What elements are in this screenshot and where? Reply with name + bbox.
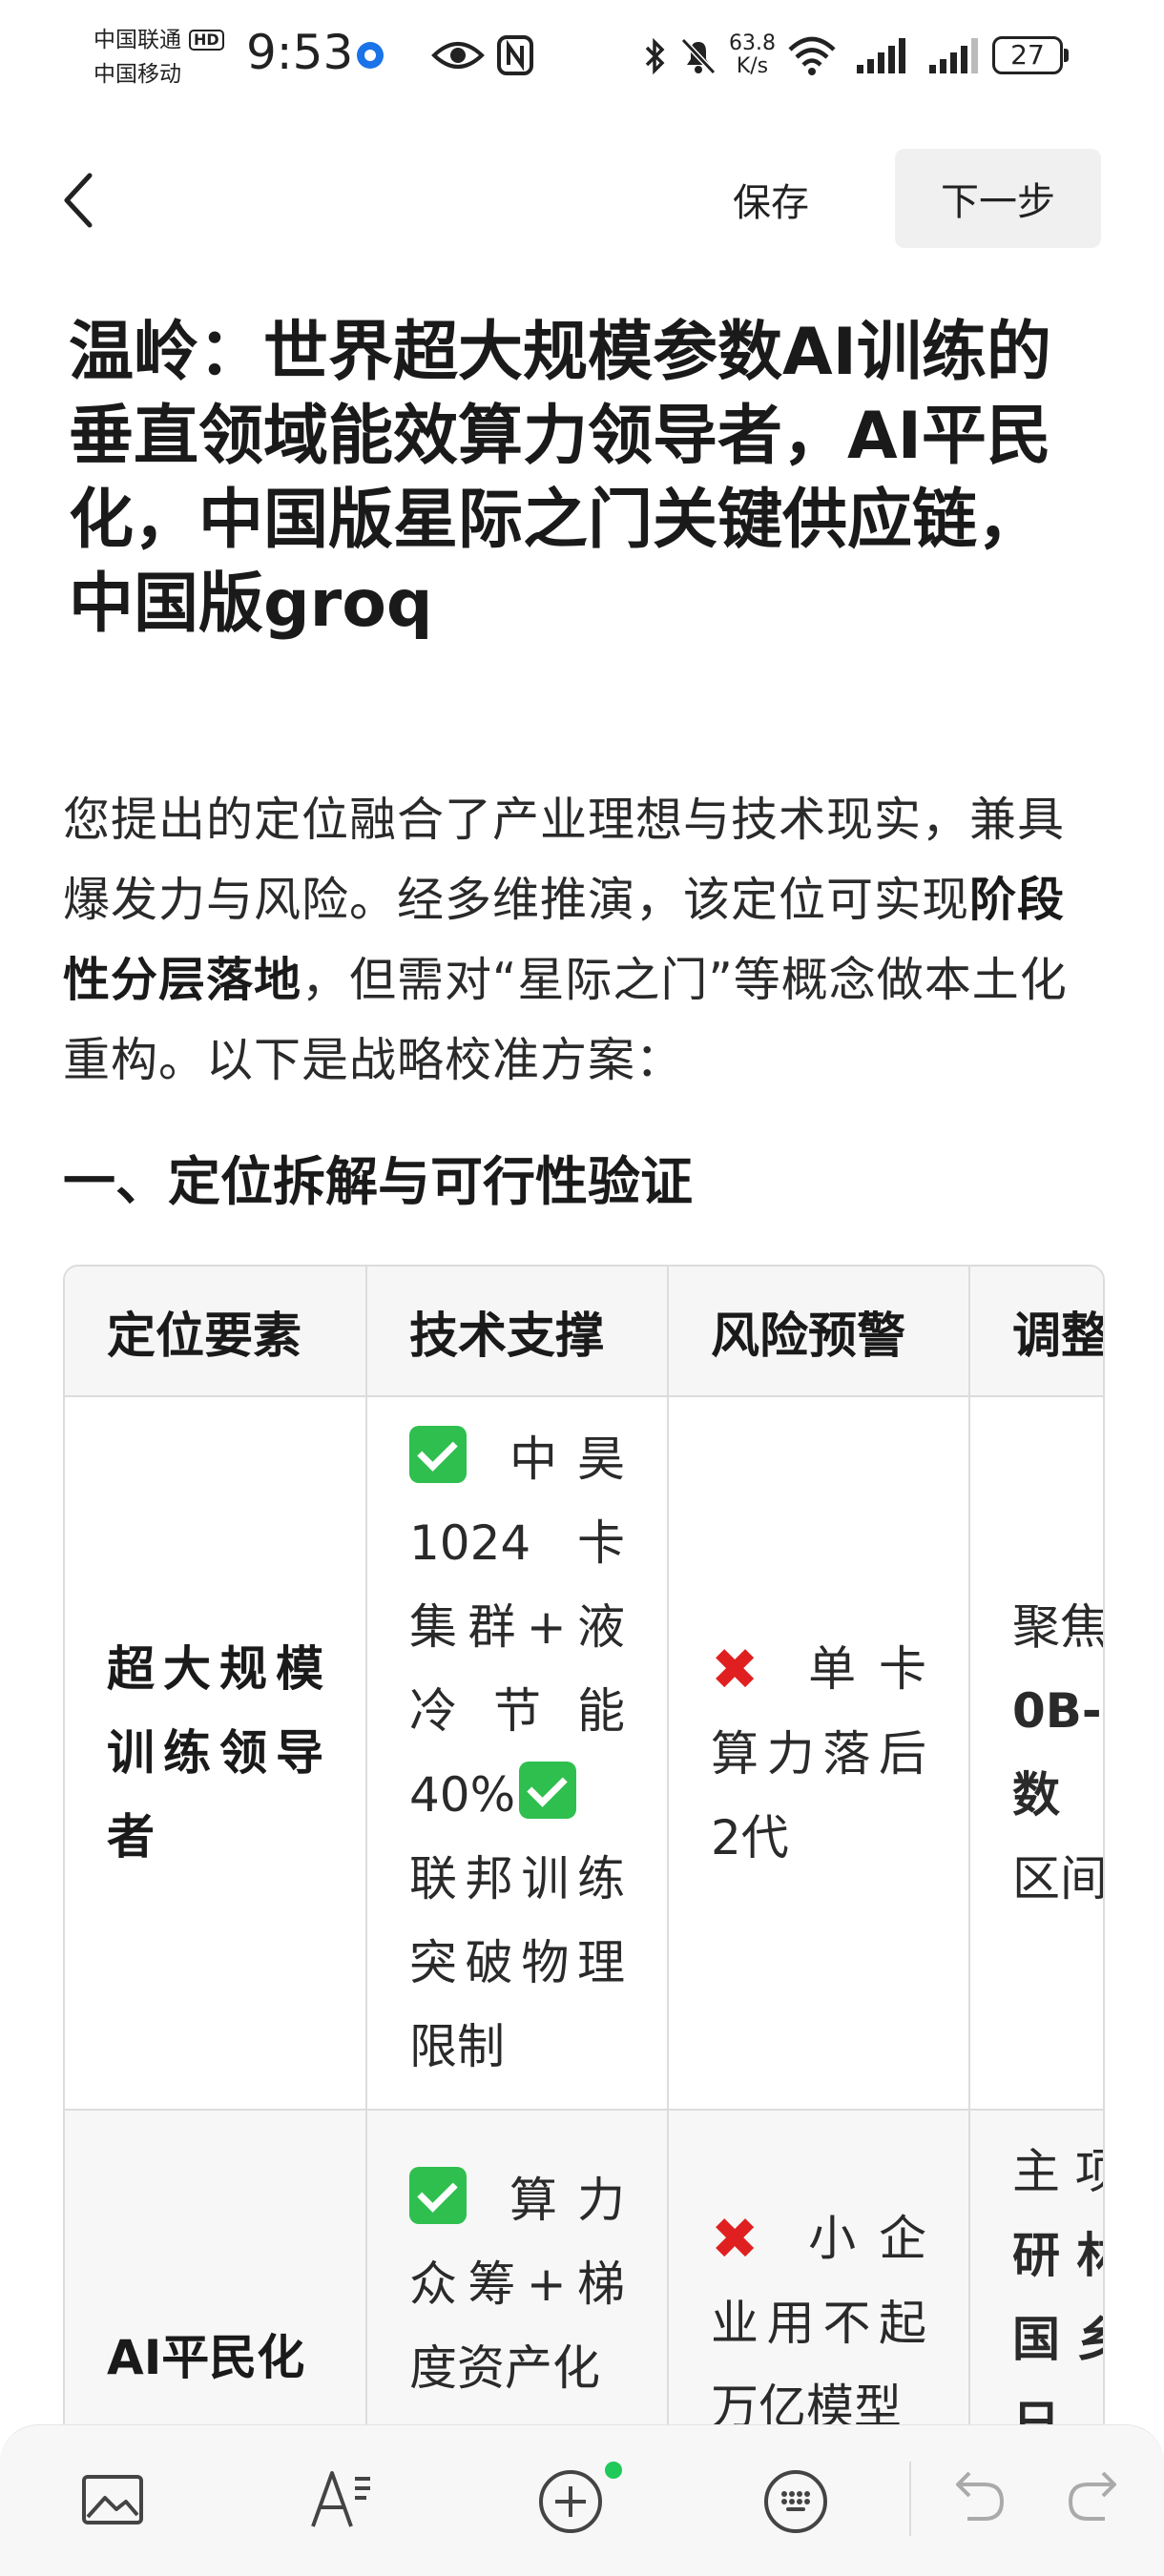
adjust-text: 区间	[1012, 1851, 1105, 1906]
table-cell-risk: ✖ 单卡算力落后2代	[668, 1396, 970, 2111]
adjust-text: 研 林	[1012, 2228, 1103, 2283]
cross-mark-icon: ✖	[711, 1636, 759, 1703]
table-header-cell: 技术支撑	[366, 1267, 669, 1397]
mute-bell-icon	[680, 37, 717, 75]
check-mark-icon	[519, 1762, 577, 1819]
back-arrow-icon[interactable]	[57, 170, 105, 231]
table-header-cell: 定位要素	[65, 1267, 367, 1397]
top-nav: 保存 下一步	[0, 143, 1164, 258]
add-circle-icon[interactable]	[534, 2465, 607, 2538]
signal-2-icon	[929, 38, 978, 73]
signal-1-icon	[857, 38, 905, 73]
intro-paragraph[interactable]: 您提出的定位融合了产业理想与技术现实，兼具爆发力与风险。经多维推演，该定位可实现…	[63, 780, 1103, 1101]
table-cell-element: 超大规模训练领导者	[65, 1396, 367, 2111]
table-row: 超大规模训练领导者 中昊1024卡集群+液冷节能40% 联邦训练突破物理限制 ✖ 单…	[65, 1396, 1105, 2111]
toolbar-divider	[909, 2462, 911, 2536]
hd-badge: HD	[189, 30, 224, 51]
adjust-text: 主 项	[1012, 2144, 1103, 2199]
nfc-icon	[497, 35, 533, 75]
carrier-info: 中国联通 HD 中国移动	[94, 23, 224, 92]
cross-mark-icon: ✖	[711, 2206, 759, 2273]
table-cell-adjust: 聚焦 0B- 数 区间	[969, 1396, 1105, 2111]
table-cell-tech: 中昊1024卡集群+液冷节能40% 联邦训练突破物理限制	[366, 1396, 669, 2111]
location-dot-icon	[357, 42, 384, 69]
keyboard-icon[interactable]	[759, 2465, 832, 2538]
save-button[interactable]: 保存	[733, 172, 809, 227]
table-row: AI平民化 算力众筹+梯度资产化 ✖小企业用不起万亿模型 主 项 研 林 国 乡…	[65, 2110, 1103, 2463]
tech-text: 联邦训练突破物理限制	[409, 1851, 625, 2074]
adjust-text: 聚焦	[1012, 1599, 1105, 1655]
net-speed-unit: K/s	[736, 54, 769, 78]
network-speed: 63.8 K/s	[729, 32, 776, 78]
eye-icon	[431, 42, 485, 69]
table-cell-element: AI平民化	[65, 2110, 367, 2463]
check-mark-icon	[409, 2167, 467, 2224]
adjust-text: 0B-	[1012, 1683, 1102, 1739]
net-speed-value: 63.8	[729, 31, 776, 55]
section-heading[interactable]: 一、定位拆解与可行性验证	[63, 1139, 693, 1215]
positioning-table[interactable]: 定位要素 技术支撑 风险预警 调整 超大规模训练领导者 中昊1024卡集群+液冷…	[63, 1265, 1105, 2464]
table-header-cell: 风险预警	[668, 1267, 970, 1397]
table-cell-risk: ✖ 小企业用不起万亿模型	[668, 2110, 970, 2463]
redo-icon[interactable]	[1065, 2465, 1118, 2526]
article-title[interactable]: 温岭：世界超大规模参数AI训练的垂直领域能效算力领导者，AI平民化，中国版星际之…	[69, 311, 1080, 647]
tech-text: 中昊1024卡集群+液冷节能40%	[409, 1432, 625, 1823]
intro-text-1: 您提出的定位融合了产业理想与技术现实，兼具爆发力与风险。经多维推演，该定位可实现	[63, 793, 1066, 927]
table-cell-tech: 算力众筹+梯度资产化	[366, 2110, 669, 2463]
editor-toolbar	[0, 2424, 1164, 2576]
carrier-1: 中国联通	[94, 28, 181, 52]
adjust-text: 数	[1012, 1767, 1060, 1823]
wifi-icon	[788, 36, 836, 75]
image-icon[interactable]	[78, 2465, 147, 2534]
check-mark-icon	[409, 1426, 467, 1483]
carrier-2: 中国移动	[94, 62, 181, 87]
notification-dot	[605, 2462, 622, 2479]
undo-icon[interactable]	[954, 2465, 1008, 2526]
adjust-text: 国 乡	[1012, 2312, 1103, 2367]
text-format-icon[interactable]	[307, 2465, 376, 2534]
clock: 9:53	[246, 25, 354, 80]
table-header-cell: 调整	[969, 1267, 1103, 1397]
table-header-row: 定位要素 技术支撑 风险预警 调整	[65, 1267, 1103, 1397]
status-bar: 中国联通 HD 中国移动 9:53 63.8 K/s 27	[0, 0, 1164, 114]
next-step-button[interactable]: 下一步	[895, 149, 1101, 248]
table-cell-adjust: 主 项 研 林 国 乡 日	[969, 2110, 1103, 2463]
bluetooth-icon	[645, 37, 665, 75]
battery-indicator: 27	[992, 36, 1069, 74]
